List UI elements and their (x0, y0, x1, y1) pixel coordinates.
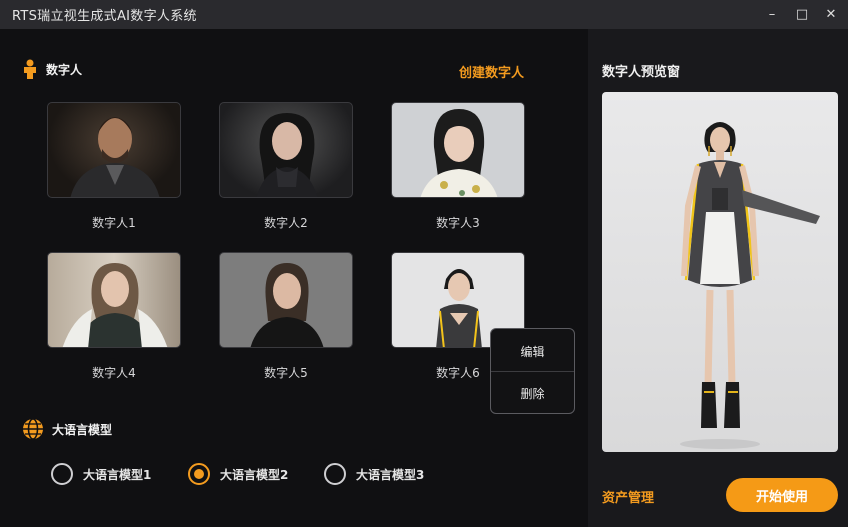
globe-icon (23, 418, 43, 440)
llm-option-label-1: 大语言模型1 (83, 467, 152, 482)
avatar-thumbnail-5 (250, 263, 324, 347)
digital-human-label-2: 数字人2 (264, 216, 308, 230)
radio-button-1[interactable] (51, 463, 73, 485)
avatar-thumbnail-4 (62, 263, 168, 347)
radio-button-2[interactable] (188, 463, 210, 485)
close-icon: ✕ (825, 6, 837, 22)
avatar-thumbnail-3 (420, 109, 498, 197)
preview-viewport[interactable] (602, 92, 838, 452)
llm-title: 大语言模型 (52, 422, 113, 437)
digital-human-label-3: 数字人3 (436, 216, 480, 230)
minimize-button[interactable]: – (762, 4, 782, 24)
minimize-icon: – (768, 6, 776, 22)
radio-button-3[interactable] (324, 463, 346, 485)
main-panel: 数字人 创建数字人 数字人1 数字人2 数字人3 数字人4 数字人5 数字人6 … (0, 29, 588, 527)
maximize-icon: □ (795, 6, 809, 22)
preview-panel: 数字人预览窗 资产管理 开始使用 (588, 29, 848, 527)
digital-human-label-5: 数字人5 (264, 366, 308, 380)
app-title: RTS瑞立视生成式AI数字人系统 (12, 9, 197, 24)
llm-header: 大语言模型 (22, 418, 112, 440)
edit-menu-item[interactable]: 编辑 (491, 331, 574, 371)
digital-human-title: 数字人 (46, 62, 83, 77)
card-context-menu: 编辑 删除 (490, 328, 575, 414)
digital-human-card-5[interactable] (219, 252, 353, 348)
llm-option-1[interactable]: 大语言模型1 (51, 463, 151, 485)
avatar-thumbnail-2 (256, 113, 318, 197)
delete-menu-item[interactable]: 删除 (491, 373, 574, 413)
title-bar: RTS瑞立视生成式AI数字人系统 – □ ✕ (0, 0, 848, 29)
person-icon (24, 59, 36, 79)
maximize-button[interactable]: □ (792, 4, 812, 24)
digital-human-label-4: 数字人4 (92, 366, 136, 380)
llm-option-label-3: 大语言模型3 (356, 467, 425, 482)
llm-option-3[interactable]: 大语言模型3 (324, 463, 424, 485)
digital-human-header: 数字人 (22, 59, 82, 79)
avatar-thumbnail-1 (70, 117, 160, 197)
avatar-preview-figure (680, 122, 820, 449)
digital-human-card-1[interactable] (47, 102, 181, 198)
digital-human-card-2[interactable] (219, 102, 353, 198)
asset-management-link[interactable]: 资产管理 (602, 487, 654, 506)
menu-divider (491, 371, 574, 372)
close-button[interactable]: ✕ (821, 4, 841, 24)
llm-option-label-2: 大语言模型2 (220, 467, 289, 482)
start-button[interactable]: 开始使用 (726, 478, 838, 512)
llm-option-2[interactable]: 大语言模型2 (188, 463, 288, 485)
preview-title: 数字人预览窗 (602, 65, 681, 80)
digital-human-label-1: 数字人1 (92, 216, 136, 230)
digital-human-card-4[interactable] (47, 252, 181, 348)
create-digital-human-link[interactable]: 创建数字人 (459, 62, 524, 81)
digital-human-card-3[interactable] (391, 102, 525, 198)
